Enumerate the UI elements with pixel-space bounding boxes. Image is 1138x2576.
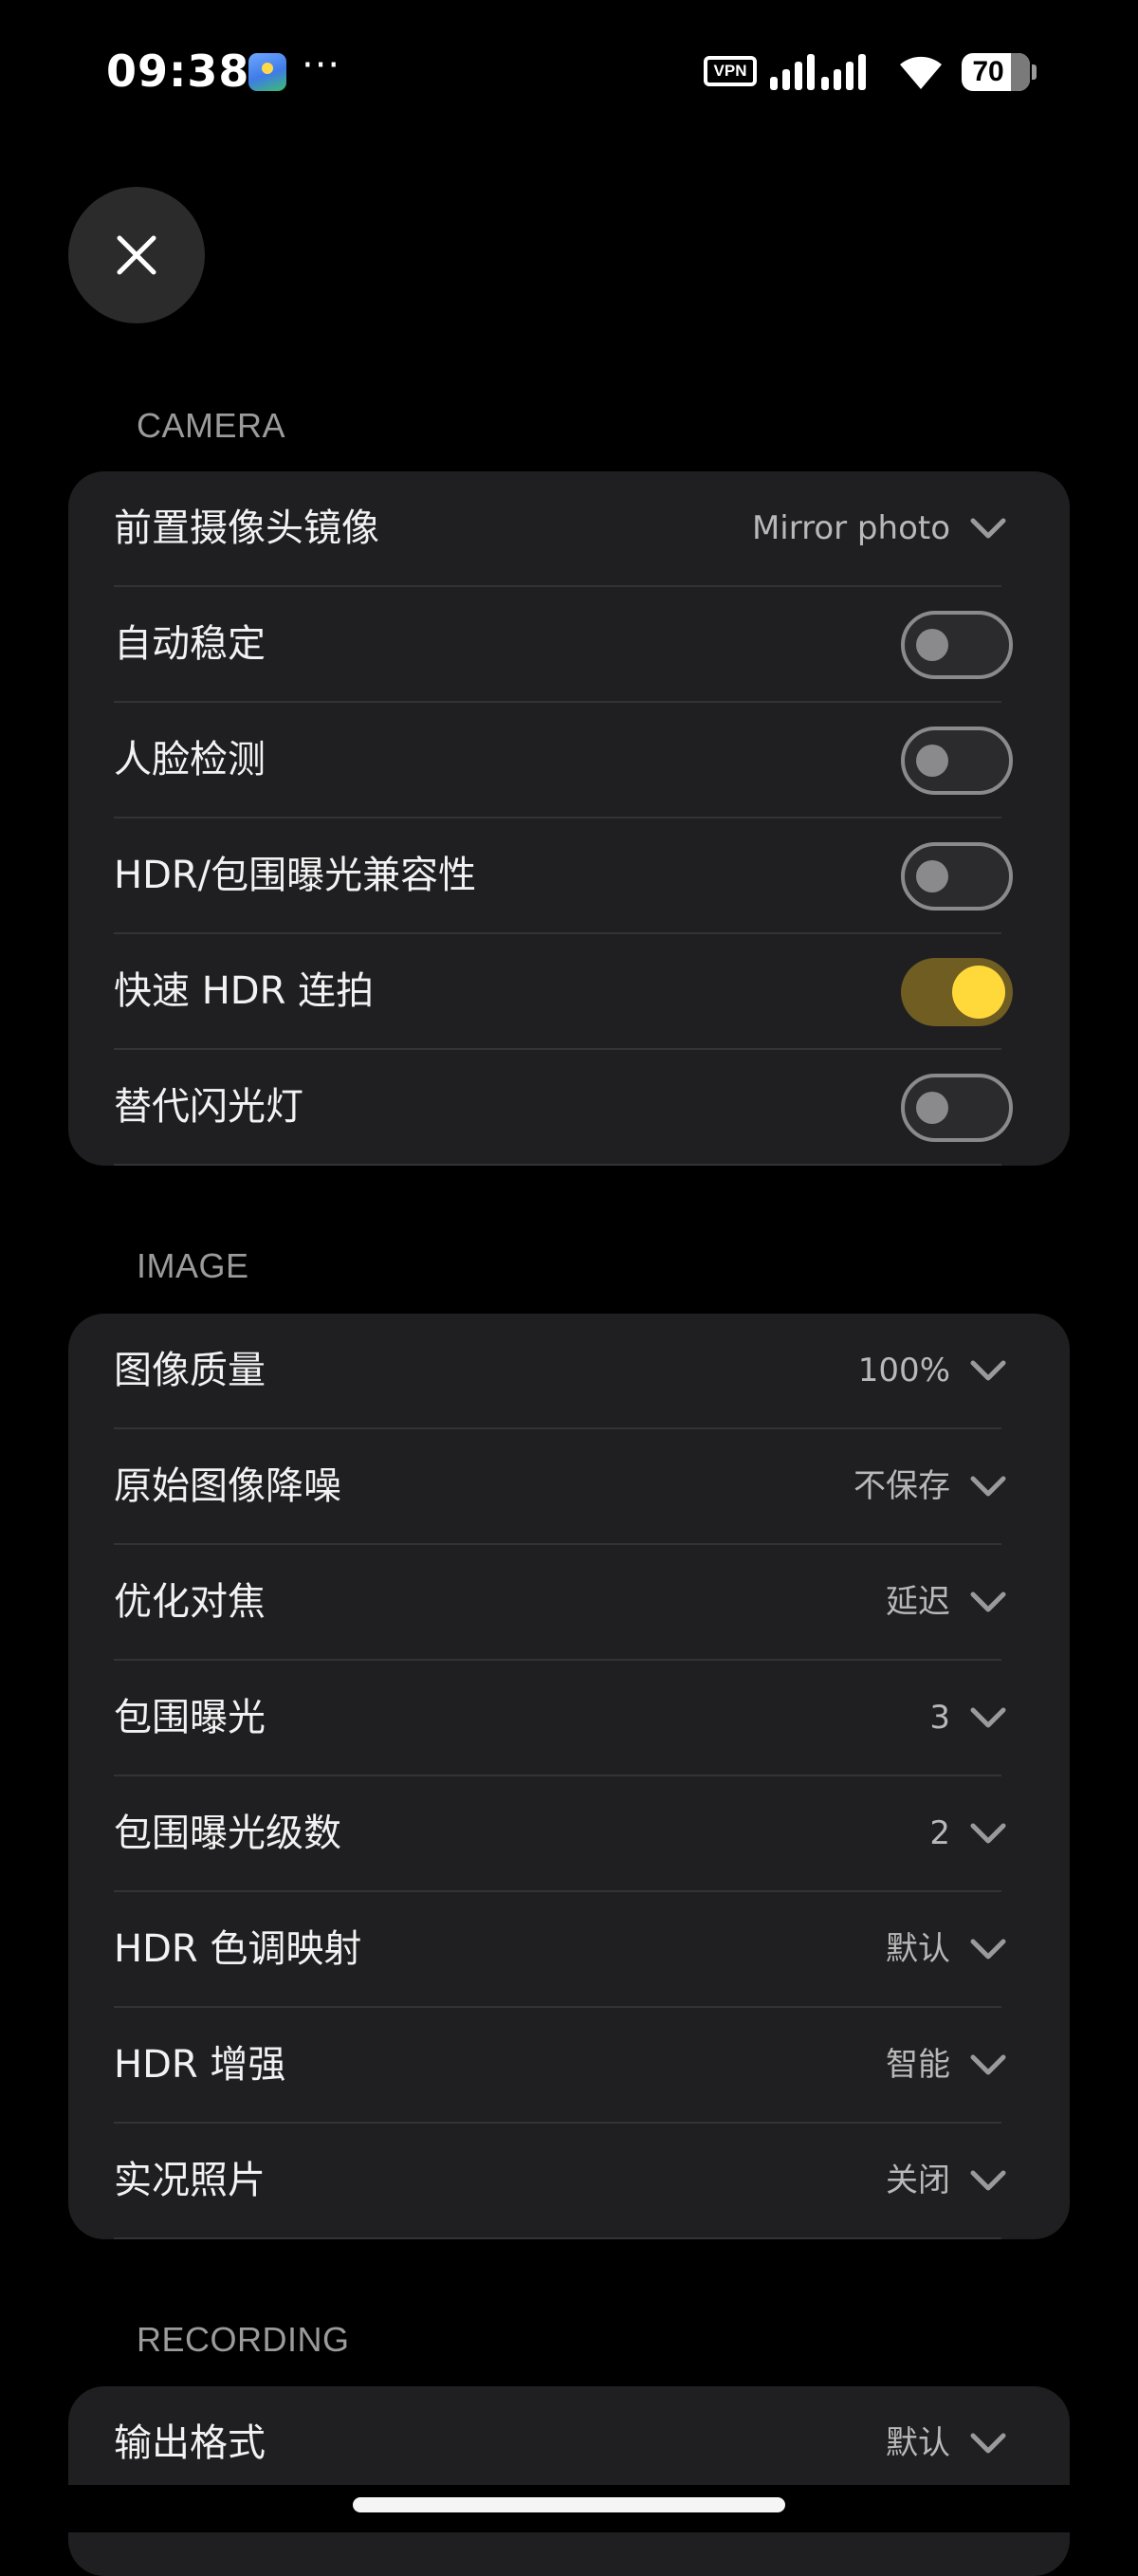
signal-icon [770,54,815,90]
toggle-switch[interactable] [901,1074,1013,1142]
close-button[interactable] [68,187,205,323]
vpn-icon: VPN [704,56,757,86]
wifi-icon [900,56,942,89]
toggle-switch[interactable] [901,611,1013,679]
camera-settings-card: 前置摄像头镜像 Mirror photo 自动稳定 人脸检测 HDR/包围曝光兼… [68,471,1070,1166]
chevron-down-icon [970,1707,1006,1728]
setting-row-bracketing-steps[interactable]: 包围曝光级数 2 [114,1776,1006,1892]
setting-row-live-photo[interactable]: 实况照片 关闭 [114,2124,1006,2239]
status-bar: 09:38 ··· VPN 70 [0,0,1138,142]
setting-label: 实况照片 [114,2159,266,2202]
setting-value: 100% [857,1352,950,1389]
setting-value: 延迟 [886,1583,950,1621]
setting-label: 包围曝光 [114,1696,266,1739]
setting-value: 2 [929,1814,950,1852]
chevron-down-icon [970,1939,1006,1960]
setting-label: 输出格式 [114,2421,266,2465]
setting-value: 关闭 [886,2162,950,2199]
more-notifications-icon: ··· [302,44,341,87]
setting-label: 优化对焦 [114,1580,266,1624]
setting-row-fast-hdr-burst: 快速 HDR 连拍 [114,934,1013,1050]
setting-value: 默认 [886,2424,950,2462]
setting-label: 自动稳定 [114,622,266,666]
toggle-knob [916,1092,948,1124]
setting-value: 不保存 [854,1467,950,1505]
setting-row-bracketing[interactable]: 包围曝光 3 [114,1661,1006,1776]
setting-label: HDR 色调映射 [114,1927,362,1971]
setting-label: 前置摄像头镜像 [114,506,379,550]
section-title-image: IMAGE [137,1246,249,1285]
toggle-knob [916,860,948,892]
chevron-down-icon [970,2054,1006,2075]
recording-settings-card: 输出格式 默认 [68,2386,1070,2576]
chevron-down-icon [970,518,1006,539]
setting-row-auto-stabilization: 自动稳定 [114,587,1013,703]
setting-label: 包围曝光级数 [114,1812,341,1855]
toggle-knob [916,629,948,661]
setting-label: 图像质量 [114,1349,266,1392]
app-notification-icon [248,53,286,91]
chevron-down-icon [970,1476,1006,1497]
chevron-down-icon [970,2433,1006,2454]
image-settings-card: 图像质量 100% 原始图像降噪 不保存 优化对焦 延迟 包围曝光 3 包围曝光… [68,1314,1070,2239]
toggle-switch-on[interactable] [901,958,1013,1026]
setting-label: HDR/包围曝光兼容性 [114,854,477,897]
setting-row-hdr-bracket-compat: HDR/包围曝光兼容性 [114,819,1013,934]
setting-row-optimize-focus[interactable]: 优化对焦 延迟 [114,1545,1006,1661]
setting-row-raw-denoise[interactable]: 原始图像降噪 不保存 [114,1429,1006,1545]
status-time: 09:38 [106,46,250,97]
setting-row-alternate-flash: 替代闪光灯 [114,1050,1013,1166]
toggle-switch[interactable] [901,842,1013,911]
setting-label: HDR 增强 [114,2043,286,2087]
section-title-camera: CAMERA [137,406,286,445]
setting-value: 3 [929,1699,950,1737]
close-icon [117,235,156,275]
setting-value: 默认 [886,1930,950,1968]
setting-value: Mirror photo [751,509,950,547]
toggle-knob [952,966,1005,1019]
chevron-down-icon [970,1592,1006,1612]
toggle-switch[interactable] [901,727,1013,795]
chevron-down-icon [970,1823,1006,1844]
setting-label: 快速 HDR 连拍 [114,969,375,1013]
setting-label: 替代闪光灯 [114,1085,303,1129]
setting-row-hdr-tone-mapping[interactable]: HDR 色调映射 默认 [114,1892,1006,2008]
setting-label: 原始图像降噪 [114,1464,341,1508]
section-title-recording: RECORDING [137,2320,350,2359]
setting-row-front-camera-mirror[interactable]: 前置摄像头镜像 Mirror photo [114,471,1006,587]
setting-label: 人脸检测 [114,738,266,782]
battery-level: 70 [972,56,1004,87]
setting-row-image-quality[interactable]: 图像质量 100% [114,1314,1006,1429]
chevron-down-icon [970,2170,1006,2191]
toggle-knob [916,745,948,777]
setting-value: 智能 [886,2046,950,2084]
setting-row-hdr-enhance[interactable]: HDR 增强 智能 [114,2008,1006,2124]
home-indicator[interactable] [353,2497,785,2512]
chevron-down-icon [970,1360,1006,1381]
signal-icon-secondary [821,54,866,90]
setting-row-face-detection: 人脸检测 [114,703,1013,819]
battery-icon: 70 [962,53,1037,91]
